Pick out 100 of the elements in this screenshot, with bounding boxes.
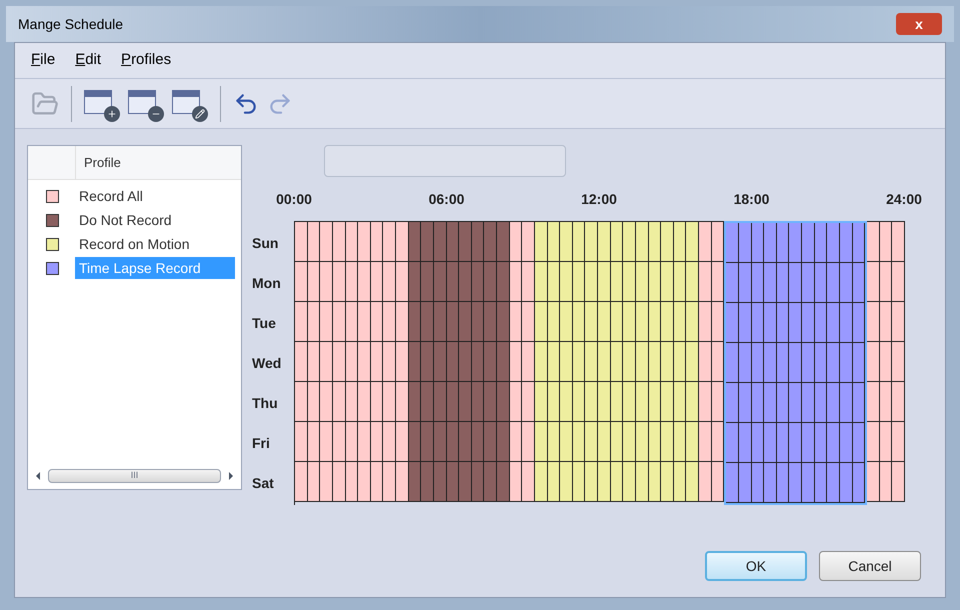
schedule-cell[interactable] (840, 343, 852, 383)
time-slot-column[interactable] (623, 221, 636, 505)
schedule-cell[interactable] (560, 302, 573, 342)
time-slot-column[interactable] (320, 221, 333, 505)
schedule-cell[interactable] (421, 462, 434, 502)
schedule-cell[interactable] (396, 262, 409, 302)
schedule-cell[interactable] (320, 222, 333, 262)
schedule-cell[interactable] (484, 462, 497, 502)
schedule-cell[interactable] (610, 462, 624, 502)
schedule-cell[interactable] (726, 223, 739, 263)
schedule-cell[interactable] (421, 382, 434, 422)
schedule-cell[interactable] (534, 302, 548, 342)
schedule-cell[interactable] (712, 342, 724, 382)
schedule-cell[interactable] (840, 423, 852, 463)
schedule-cell[interactable] (472, 382, 484, 422)
schedule-cell[interactable] (892, 382, 905, 422)
schedule-cell[interactable] (560, 222, 573, 262)
schedule-cell[interactable] (560, 262, 573, 302)
schedule-cell[interactable] (814, 223, 828, 263)
schedule-cell[interactable] (712, 462, 724, 502)
schedule-cell[interactable] (434, 302, 446, 342)
schedule-cell[interactable] (548, 342, 560, 382)
schedule-cell[interactable] (686, 222, 699, 262)
schedule-cell[interactable] (661, 222, 674, 262)
schedule-cell[interactable] (852, 223, 866, 263)
time-slot-column[interactable] (892, 221, 905, 505)
schedule-cell[interactable] (572, 462, 586, 502)
time-slot-column[interactable] (674, 221, 686, 505)
schedule-cell[interactable] (674, 262, 686, 302)
time-slot-column[interactable] (370, 221, 384, 505)
schedule-cell[interactable] (295, 222, 308, 262)
schedule-cell[interactable] (358, 302, 371, 342)
schedule-cell[interactable] (346, 342, 358, 382)
schedule-cell[interactable] (459, 342, 472, 382)
schedule-cell[interactable] (867, 462, 880, 502)
schedule-cell[interactable] (827, 423, 840, 463)
schedule-cell[interactable] (408, 422, 422, 462)
schedule-cell[interactable] (827, 463, 840, 503)
schedule-cell[interactable] (776, 223, 790, 263)
schedule-cell[interactable] (459, 462, 472, 502)
schedule-cell[interactable] (712, 422, 724, 462)
schedule-cell[interactable] (446, 382, 460, 422)
schedule-cell[interactable] (802, 423, 815, 463)
schedule-cell[interactable] (661, 382, 674, 422)
schedule-cell[interactable] (472, 262, 484, 302)
schedule-cell[interactable] (814, 263, 828, 303)
schedule-cell[interactable] (295, 382, 308, 422)
schedule-cell[interactable] (421, 222, 434, 262)
schedule-cell[interactable] (867, 262, 880, 302)
schedule-cell[interactable] (827, 383, 840, 423)
schedule-cell[interactable] (497, 222, 510, 262)
schedule-cell[interactable] (648, 222, 662, 262)
schedule-cell[interactable] (880, 222, 892, 262)
schedule-cell[interactable] (522, 422, 535, 462)
schedule-cell[interactable] (699, 422, 712, 462)
schedule-cell[interactable] (802, 383, 815, 423)
schedule-cell[interactable] (661, 262, 674, 302)
schedule-cell[interactable] (548, 222, 560, 262)
schedule-cell[interactable] (726, 303, 739, 343)
schedule-cell[interactable] (548, 262, 560, 302)
menu-item[interactable]: Profiles (121, 49, 172, 72)
schedule-cell[interactable] (332, 462, 346, 502)
schedule-cell[interactable] (636, 382, 648, 422)
schedule-cell[interactable] (408, 222, 422, 262)
schedule-cell[interactable] (814, 303, 828, 343)
schedule-cell[interactable] (320, 302, 333, 342)
schedule-cell[interactable] (434, 462, 446, 502)
time-slot-column[interactable] (383, 221, 396, 505)
schedule-cell[interactable] (396, 382, 409, 422)
schedule-cell[interactable] (534, 342, 548, 382)
schedule-cell[interactable] (421, 302, 434, 342)
schedule-cell[interactable] (636, 342, 648, 382)
schedule-cell[interactable] (764, 383, 777, 423)
profile-name-field[interactable] (324, 145, 566, 177)
schedule-cell[interactable] (648, 462, 662, 502)
schedule-cell[interactable] (522, 342, 535, 382)
schedule-cell[interactable] (497, 422, 510, 462)
schedule-cell[interactable] (459, 382, 472, 422)
schedule-cell[interactable] (560, 462, 573, 502)
schedule-cell[interactable] (802, 343, 815, 383)
schedule-cell[interactable] (636, 262, 648, 302)
schedule-cell[interactable] (484, 422, 497, 462)
schedule-cell[interactable] (497, 302, 510, 342)
schedule-cell[interactable] (408, 302, 422, 342)
time-slot-column[interactable] (396, 221, 409, 505)
schedule-cell[interactable] (522, 302, 535, 342)
schedule-cell[interactable] (802, 463, 815, 503)
schedule-cell[interactable] (764, 343, 777, 383)
schedule-cell[interactable] (867, 222, 880, 262)
schedule-cell[interactable] (648, 342, 662, 382)
schedule-cell[interactable] (446, 462, 460, 502)
time-slot-column[interactable] (358, 221, 371, 505)
time-slot-column[interactable] (802, 221, 815, 505)
schedule-cell[interactable] (840, 223, 852, 263)
time-slot-column[interactable] (510, 221, 522, 505)
schedule-cell[interactable] (880, 302, 892, 342)
schedule-cell[interactable] (712, 302, 724, 342)
schedule-cell[interactable] (370, 422, 384, 462)
schedule-cell[interactable] (648, 302, 662, 342)
schedule-cell[interactable] (446, 222, 460, 262)
